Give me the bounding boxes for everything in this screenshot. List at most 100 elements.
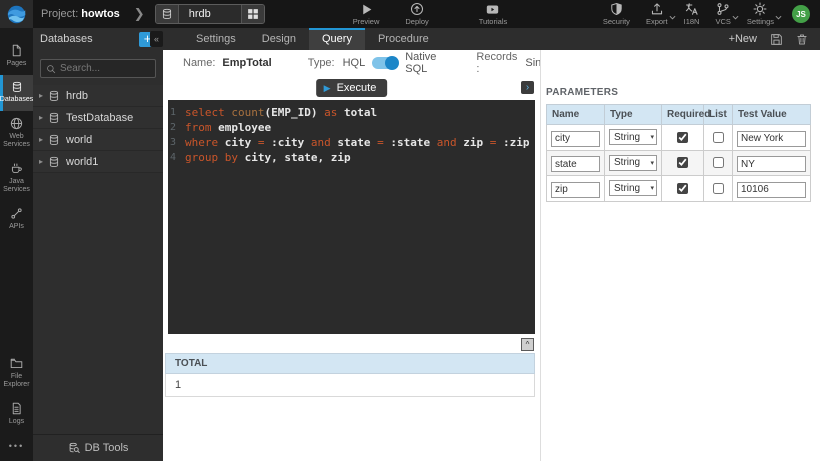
sidebar-item-file-explorer[interactable]: File Explorer <box>0 351 33 396</box>
play-icon: ▶ <box>324 83 331 94</box>
type-option-native-sql[interactable]: Native SQL <box>405 51 436 75</box>
db-tree-item-hrdb[interactable]: ▸ hrdb <box>33 85 163 107</box>
export-button[interactable]: Export <box>646 2 668 26</box>
tab-settings[interactable]: Settings <box>183 28 249 50</box>
search-icon <box>46 64 56 74</box>
coffee-icon <box>10 162 23 175</box>
type-option-hql[interactable]: HQL <box>343 57 366 69</box>
settings-button[interactable]: Settings <box>747 2 774 26</box>
tutorials-button[interactable]: Tutorials <box>479 3 507 26</box>
branch-icon <box>716 2 730 16</box>
new-query-button[interactable]: +New <box>729 33 757 45</box>
database-search[interactable] <box>40 59 156 78</box>
param-required-checkbox[interactable] <box>677 132 688 143</box>
results-table: TOTAL 1 <box>165 353 535 397</box>
execute-button[interactable]: ▶ Execute <box>316 79 388 97</box>
collapse-results-button[interactable]: ^ <box>521 338 534 351</box>
api-icon <box>10 207 23 220</box>
select-arrow-icon: ▾ <box>650 159 654 167</box>
tab-design[interactable]: Design <box>249 28 309 50</box>
param-list-checkbox[interactable] <box>713 157 724 168</box>
preview-label: Preview <box>353 17 380 26</box>
param-required-checkbox[interactable] <box>677 157 688 168</box>
db-tools-icon <box>68 442 80 454</box>
query-name-value[interactable]: EmpTotal <box>222 57 271 69</box>
caret-right-icon[interactable]: ▸ <box>39 157 48 166</box>
security-button[interactable]: Security <box>603 2 630 26</box>
database-search-input[interactable] <box>60 63 150 74</box>
settings-label: Settings <box>747 17 774 26</box>
database-icon <box>48 112 60 124</box>
more-button[interactable]: ••• <box>0 433 33 461</box>
caret-right-icon[interactable]: ▸ <box>39 135 48 144</box>
caret-right-icon[interactable]: ▸ <box>39 91 48 100</box>
sidebar-item-databases[interactable]: Databases <box>0 75 33 111</box>
sidebar-item-apis[interactable]: APIs <box>0 201 33 238</box>
param-name-input[interactable] <box>551 131 600 147</box>
save-icon[interactable] <box>770 33 783 46</box>
type-label: Type: <box>308 57 335 69</box>
param-type-select[interactable]: String▾ <box>609 155 657 171</box>
security-label: Security <box>603 17 630 26</box>
records-label: Records : <box>476 51 517 75</box>
tab-query[interactable]: Query <box>309 28 365 50</box>
vcs-label: VCS <box>715 17 730 26</box>
gear-icon <box>753 2 767 16</box>
db-tree-item-label: world1 <box>66 156 98 168</box>
param-name-input[interactable] <box>551 156 600 172</box>
query-config-row: Name: EmpTotal Type: HQL Native SQL Reco… <box>163 50 540 76</box>
deploy-icon <box>410 2 424 16</box>
param-type-select[interactable]: String▾ <box>609 129 657 145</box>
line-number: 2 <box>168 120 185 135</box>
caret-right-icon[interactable]: ▸ <box>39 113 48 122</box>
db-tree-item-label: hrdb <box>66 90 88 102</box>
left-rail: PagesDatabases Web Services Java ServicesA… <box>0 28 33 461</box>
tab-procedure[interactable]: Procedure <box>365 28 442 50</box>
folder-icon <box>10 357 23 370</box>
i18n-label: I18N <box>684 17 700 26</box>
param-test-value-input[interactable] <box>737 156 806 172</box>
type-toggle[interactable] <box>372 57 398 69</box>
param-type-select[interactable]: String▾ <box>609 180 657 196</box>
app-logo-icon[interactable] <box>0 0 33 28</box>
preview-button[interactable]: Preview <box>353 3 380 26</box>
user-avatar[interactable]: JS <box>792 5 810 23</box>
database-icon <box>156 5 179 23</box>
db-tree-item-label: world <box>66 134 92 146</box>
database-icon <box>48 90 60 102</box>
entity-tab-hrdb[interactable]: hrdb <box>155 4 265 24</box>
param-test-value-input[interactable] <box>737 182 806 198</box>
topbar: Project:howtos ❯ hrdb PreviewDeployTutor… <box>0 0 820 28</box>
database-icon <box>48 134 60 146</box>
grid-icon[interactable] <box>241 5 264 23</box>
db-tree-item-world1[interactable]: ▸ world1 <box>33 151 163 173</box>
chevron-down-icon <box>669 7 676 25</box>
db-tree-item-world[interactable]: ▸ world <box>33 129 163 151</box>
project-breadcrumb[interactable]: Project:howtos <box>41 8 120 20</box>
deploy-button[interactable]: Deploy <box>405 2 428 26</box>
param-list-checkbox[interactable] <box>713 183 724 194</box>
trash-icon[interactable] <box>796 33 808 46</box>
expand-parameters-button[interactable]: › <box>521 81 534 94</box>
sidebar-item-label: Web Services <box>1 133 32 149</box>
param-list-checkbox[interactable] <box>713 132 724 143</box>
db-tree-item-testdatabase[interactable]: ▸TestDatabase <box>33 107 163 129</box>
param-test-value-input[interactable] <box>737 131 806 147</box>
db-tools-button[interactable]: DB Tools <box>33 434 163 461</box>
query-editor-area: Name: EmpTotal Type: HQL Native SQL Reco… <box>163 50 540 461</box>
sidebar-item-logs[interactable]: Logs <box>0 396 33 433</box>
param-required-checkbox[interactable] <box>677 183 688 194</box>
wavemaker-studio-window: Project:howtos ❯ hrdb PreviewDeployTutor… <box>0 0 820 461</box>
sidebar-item-web-services[interactable]: Web Services <box>0 111 33 156</box>
collapse-panel-button[interactable]: « <box>150 31 163 47</box>
sql-code-editor[interactable]: 1select count(EMP_ID) as total2from empl… <box>168 100 535 334</box>
parameter-row-zip: String▾ <box>547 176 811 202</box>
i18n-button[interactable]: I18N <box>684 2 700 26</box>
databases-panel: Databases + ▸hrdb▸TestDatabase▸world▸wor… <box>33 28 163 461</box>
param-name-input[interactable] <box>551 182 600 198</box>
sidebar-item-pages[interactable]: Pages <box>0 38 33 75</box>
code-line: 4group by city, state, zip <box>168 150 535 165</box>
vcs-button[interactable]: VCS <box>715 2 730 26</box>
chevron-down-icon <box>775 7 782 25</box>
sidebar-item-java-services[interactable]: Java Services <box>0 156 33 201</box>
